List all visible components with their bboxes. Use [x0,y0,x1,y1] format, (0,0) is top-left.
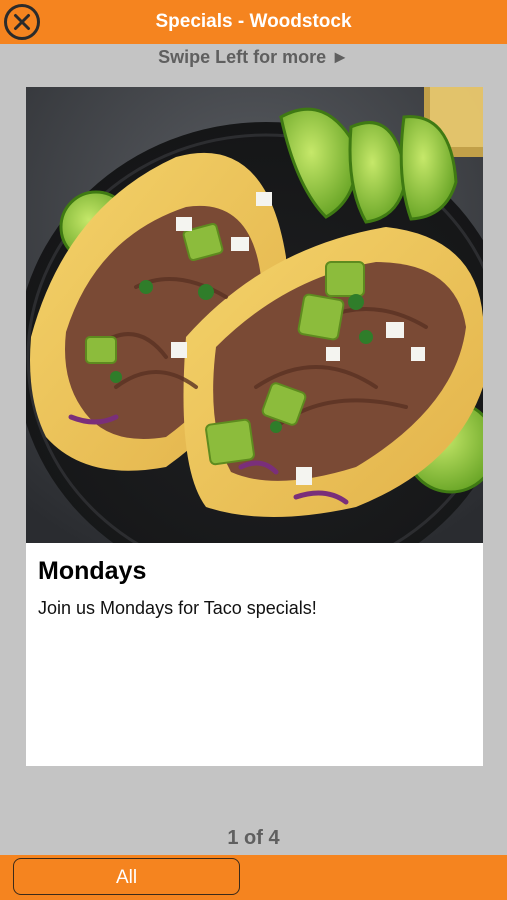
swipe-hint: Swipe Left for more ► [158,47,349,67]
close-circle-icon [4,4,40,40]
footer-bar: All [0,855,507,900]
close-button[interactable] [3,3,41,41]
page-indicator: 1 of 4 [227,827,280,849]
all-button[interactable]: All [13,858,240,895]
tacos-photo [26,87,483,543]
special-card[interactable]: Mondays Join us Mondays for Taco special… [26,87,483,766]
special-title: Mondays [38,557,147,585]
special-description: Join us Mondays for Taco specials! [38,598,317,618]
header-bar: Specials - Woodstock [0,0,507,44]
specials-screen: Specials - Woodstock Swipe Left for more… [0,0,507,900]
page-title: Specials - Woodstock [155,11,352,32]
special-image [26,87,483,543]
